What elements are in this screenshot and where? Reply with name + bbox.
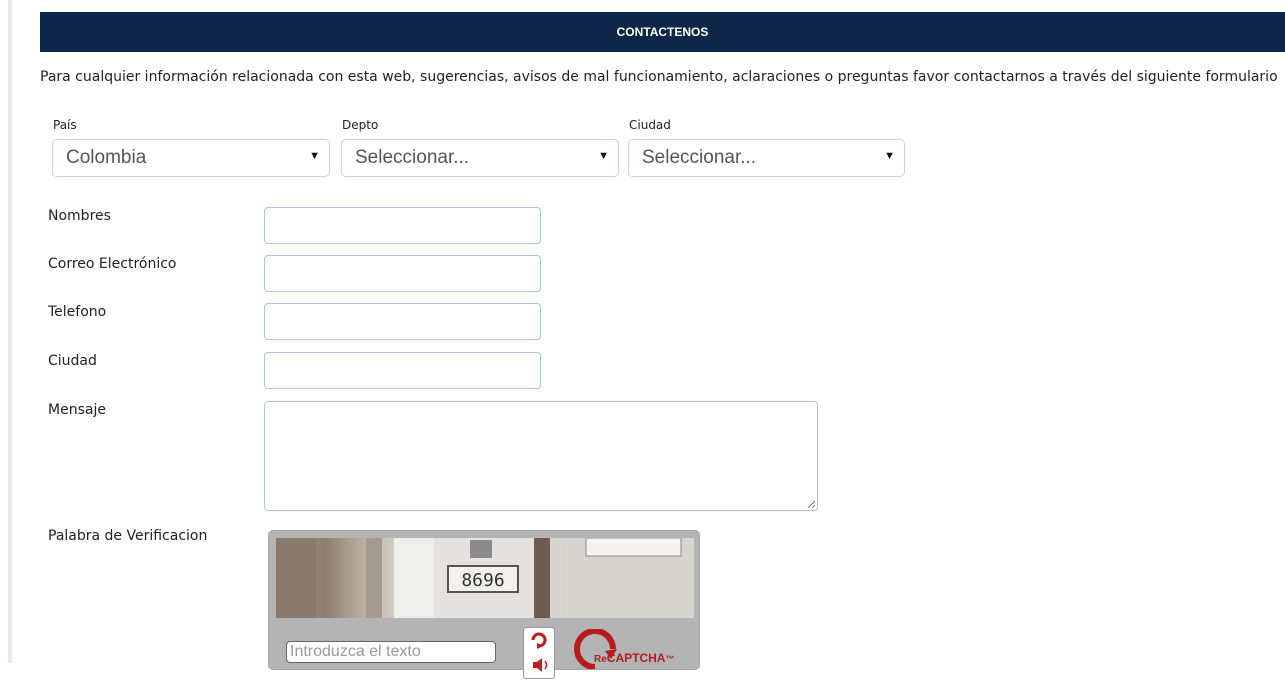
name-label: Nombres <box>48 208 111 224</box>
country-select[interactable]: Colombia ▼ <box>52 139 330 177</box>
country-select-value: Colombia <box>66 147 147 168</box>
contact-header: CONTACTENOS <box>40 12 1285 52</box>
audio-icon[interactable] <box>533 658 548 672</box>
email-label: Correo Electrónico <box>48 256 177 272</box>
recaptcha-widget: 8696 Introduzca el texto ReCAPTCHA™ <box>268 530 700 679</box>
message-textarea[interactable] <box>264 401 818 511</box>
reload-icon[interactable] <box>531 632 547 649</box>
city-select[interactable]: Seleccionar... ▼ <box>628 139 905 177</box>
city-select-value: Seleccionar... <box>642 147 757 168</box>
captcha-image: 8696 <box>276 538 694 618</box>
verification-label: Palabra de Verificacion <box>48 528 208 544</box>
dropdown-caret-icon: ▼ <box>598 150 609 162</box>
page-title: CONTACTENOS <box>616 25 709 39</box>
name-field[interactable] <box>264 207 541 244</box>
message-label: Mensaje <box>48 402 106 418</box>
city-field[interactable] <box>264 352 541 389</box>
left-border <box>8 0 12 663</box>
department-select-value: Seleccionar... <box>355 147 470 168</box>
department-label: Depto <box>342 118 379 132</box>
captcha-number: 8696 <box>461 570 504 591</box>
country-label: País <box>53 118 77 132</box>
intro-text: Para cualquier información relacionada c… <box>40 69 1278 85</box>
dropdown-caret-icon: ▼ <box>309 150 320 162</box>
department-select[interactable]: Seleccionar... ▼ <box>341 139 619 177</box>
phone-field[interactable] <box>264 303 541 340</box>
city-label: Ciudad <box>48 353 97 369</box>
phone-label: Telefono <box>48 304 107 320</box>
captcha-controls <box>523 627 555 679</box>
email-field[interactable] <box>264 255 541 292</box>
city-geo-label: Ciudad <box>629 118 671 132</box>
dropdown-caret-icon: ▼ <box>884 150 895 162</box>
captcha-input[interactable]: Introduzca el texto <box>286 641 496 663</box>
resize-handle-icon[interactable] <box>807 500 815 508</box>
